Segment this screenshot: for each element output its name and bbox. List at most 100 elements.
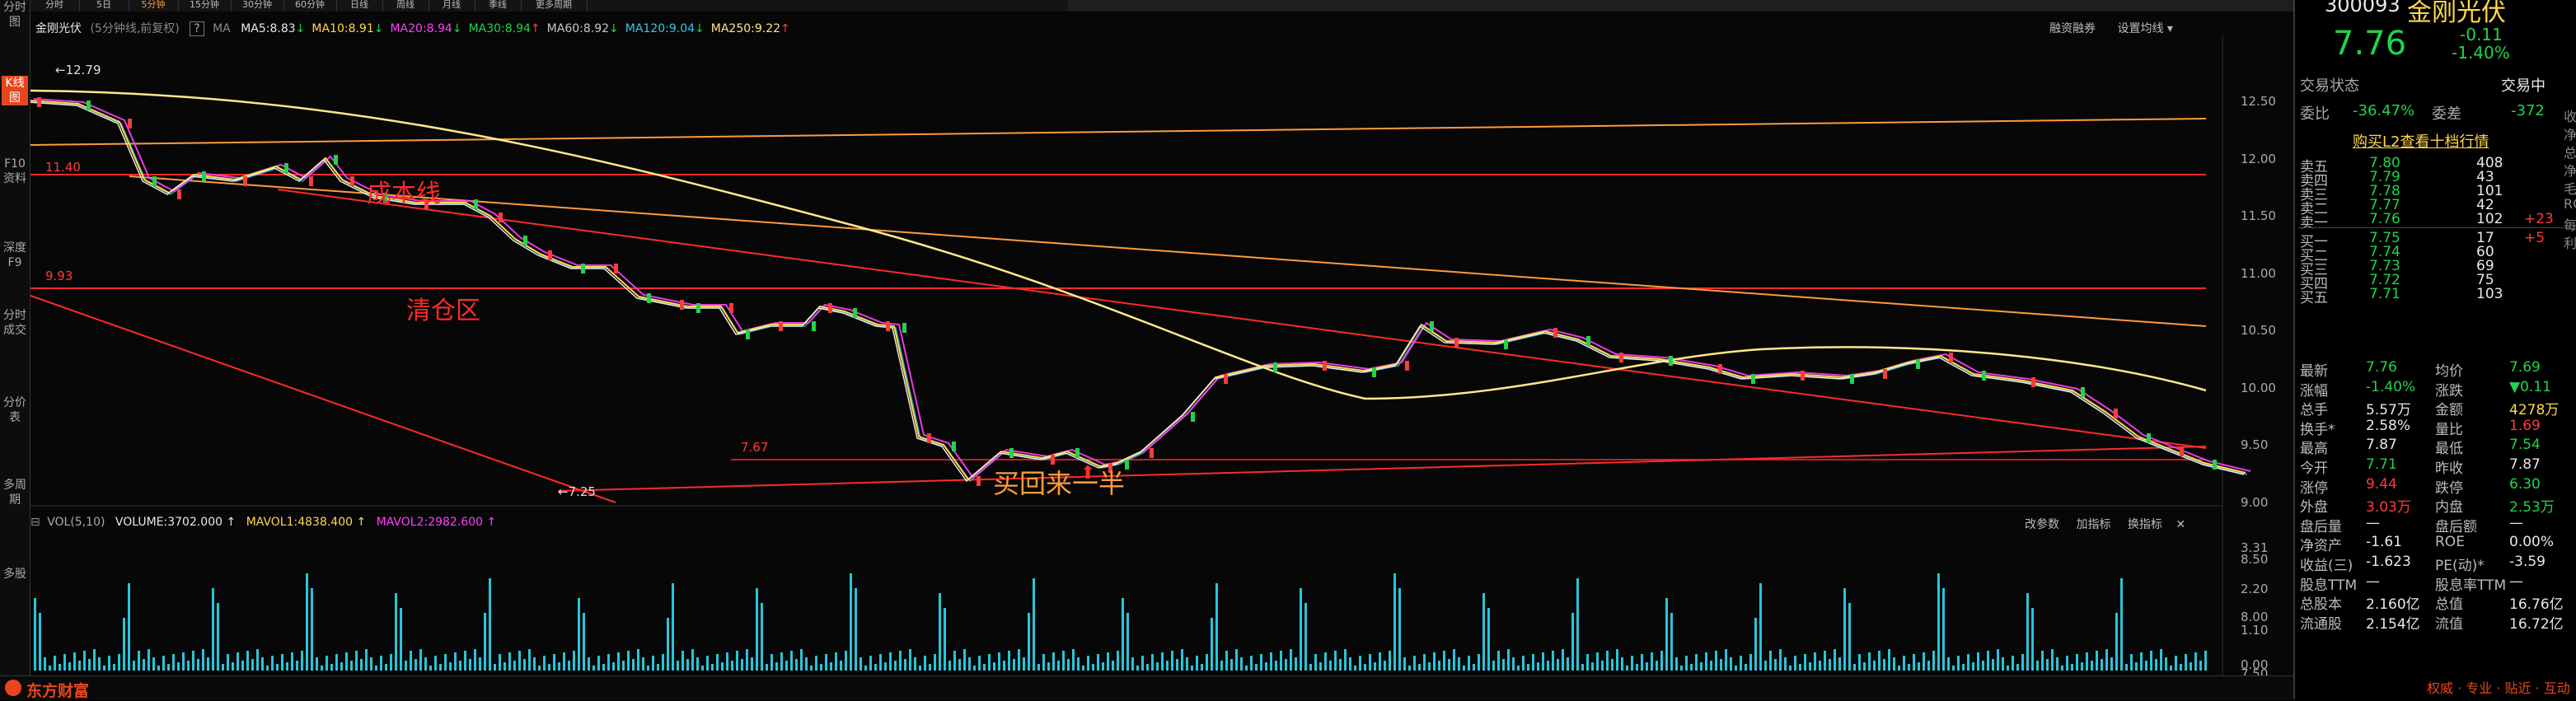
edit-params-link[interactable]: 改参数 — [2025, 518, 2059, 531]
volume-bar — [2145, 661, 2147, 671]
left-tab[interactable]: 深度F9 — [2, 241, 28, 270]
volume-bar — [1517, 666, 1520, 671]
volume-bar — [1265, 662, 1267, 671]
volume-bar — [1522, 656, 1525, 671]
volume-bar — [1720, 659, 1722, 671]
volume-bar — [1468, 656, 1470, 671]
volume-bar — [1107, 652, 1109, 671]
volume-bar — [2096, 651, 2098, 671]
volume-bar — [1675, 657, 1678, 671]
stat-value: -1.40% — [2366, 378, 2416, 395]
volume-bar — [706, 656, 709, 671]
volume-bar — [489, 578, 491, 671]
volume-bar — [2076, 654, 2078, 671]
volume-bar — [2012, 656, 2014, 671]
volume-bar — [1918, 662, 1920, 671]
switch-indicator-link[interactable]: 换指标 — [2128, 518, 2162, 531]
volume-bar — [1759, 583, 1762, 671]
volume-bar — [929, 664, 931, 671]
left-tab[interactable]: 多股 — [2, 567, 28, 582]
orderbook-change: +5 — [2524, 230, 2546, 246]
buy-l2-link[interactable]: 购买L2查看十档行情 — [2353, 130, 2489, 152]
period-tab[interactable]: 更多周期 — [521, 0, 588, 12]
volume-bar — [1715, 651, 1717, 671]
orderbook-level-label: 买五 — [2300, 290, 2328, 306]
volume-bar — [54, 656, 56, 671]
volume-bar — [1023, 657, 1025, 671]
period-tab[interactable]: 30分钟 — [231, 0, 284, 12]
volume-bar — [1952, 666, 1955, 671]
volume-bar — [637, 649, 639, 671]
volume-bar — [1201, 664, 1203, 671]
stat-label: 外盘 — [2300, 499, 2328, 516]
period-tab[interactable]: 月线 — [429, 0, 475, 12]
volume-bar — [761, 603, 763, 671]
volume-bar — [1571, 613, 1574, 671]
volume-bar — [1215, 583, 1218, 671]
period-tab[interactable]: 日线 — [336, 0, 383, 12]
period-tab[interactable]: 5日 — [79, 0, 129, 12]
left-tab[interactable]: 分价表 — [2, 395, 28, 425]
left-tab[interactable]: 多周期 — [2, 478, 28, 507]
price-tick: 9.50 — [2241, 437, 2269, 452]
close-icon[interactable]: ✕ — [2176, 518, 2185, 531]
orderbook-price: 7.76 — [2369, 211, 2400, 227]
volume-bar — [1389, 651, 1391, 671]
volume-bar — [622, 661, 625, 671]
left-tab[interactable]: K线图 — [2, 76, 28, 105]
margin-trading-link[interactable]: 融资融券 — [2049, 22, 2096, 35]
volume-bar — [1814, 652, 1816, 671]
stat-label: 总股本 — [2300, 596, 2342, 614]
period-tab[interactable]: 周线 — [382, 0, 429, 12]
volume-bar — [1878, 651, 1880, 671]
orderbook-price: 7.71 — [2369, 286, 2400, 302]
candle — [1669, 356, 1673, 366]
volume-bar — [568, 661, 570, 671]
help-button[interactable]: ? — [190, 21, 204, 36]
candle — [902, 323, 906, 333]
period-tab[interactable]: 60分钟 — [283, 0, 337, 12]
volume-bar — [340, 662, 343, 671]
period-tab[interactable]: 分时 — [30, 0, 80, 12]
volume-bar — [321, 666, 323, 671]
volume-bar — [1117, 651, 1119, 671]
vol-indicator-label: VOL(5,10) — [47, 516, 105, 529]
volume-bar — [1898, 666, 1900, 671]
volume-bar — [1932, 651, 1935, 671]
volume-bar — [301, 651, 303, 671]
line-993-label: 9.93 — [45, 269, 73, 283]
kline-chart-svg[interactable] — [30, 12, 2293, 675]
volume-bar — [1260, 654, 1262, 671]
volume-bar — [197, 659, 199, 671]
left-tab[interactable]: 分时图 — [2, 0, 28, 30]
orderbook-volume: 103 — [2476, 286, 2503, 302]
volume-bar — [370, 657, 372, 671]
volume-bar — [182, 652, 185, 671]
add-indicator-link[interactable]: 加指标 — [2076, 518, 2110, 531]
volume-bar — [2160, 649, 2162, 671]
left-tab[interactable]: 分时成交 — [2, 308, 28, 338]
side-label: 利 — [2564, 236, 2576, 251]
period-tab[interactable]: 季线 — [475, 0, 522, 12]
ma-value: MA60:8.92 — [546, 22, 610, 35]
panel-footer-slogan: 权威 · 专业 · 贴近 · 互动 — [2427, 680, 2570, 696]
candle — [696, 303, 700, 313]
candle — [680, 300, 684, 310]
stat-label: 内盘 — [2435, 499, 2463, 516]
volume-bar — [1863, 662, 1866, 671]
volume-collapse-icon[interactable]: ⊟ — [30, 516, 40, 529]
candle — [1405, 361, 1409, 371]
volume-bar — [1398, 588, 1401, 671]
orderbook-divider — [2298, 227, 2570, 228]
candle — [2114, 409, 2118, 418]
left-tab[interactable]: F10资料 — [2, 157, 28, 186]
volume-bar — [1784, 657, 1787, 671]
stat-label: 股息率TTM — [2435, 577, 2507, 594]
period-tab[interactable]: 15分钟 — [178, 0, 232, 12]
volume-bar — [335, 654, 338, 671]
volume-bar — [578, 598, 580, 671]
kline-chart-area[interactable]: 金刚光伏 (5分钟线,前复权) ? MA MA5:8.83↓ MA10:8.91↓… — [30, 12, 2293, 681]
volume-bar — [63, 654, 66, 671]
ma-settings-link[interactable]: 设置均线 — [2117, 22, 2163, 35]
stat-value: — — [2509, 514, 2523, 531]
